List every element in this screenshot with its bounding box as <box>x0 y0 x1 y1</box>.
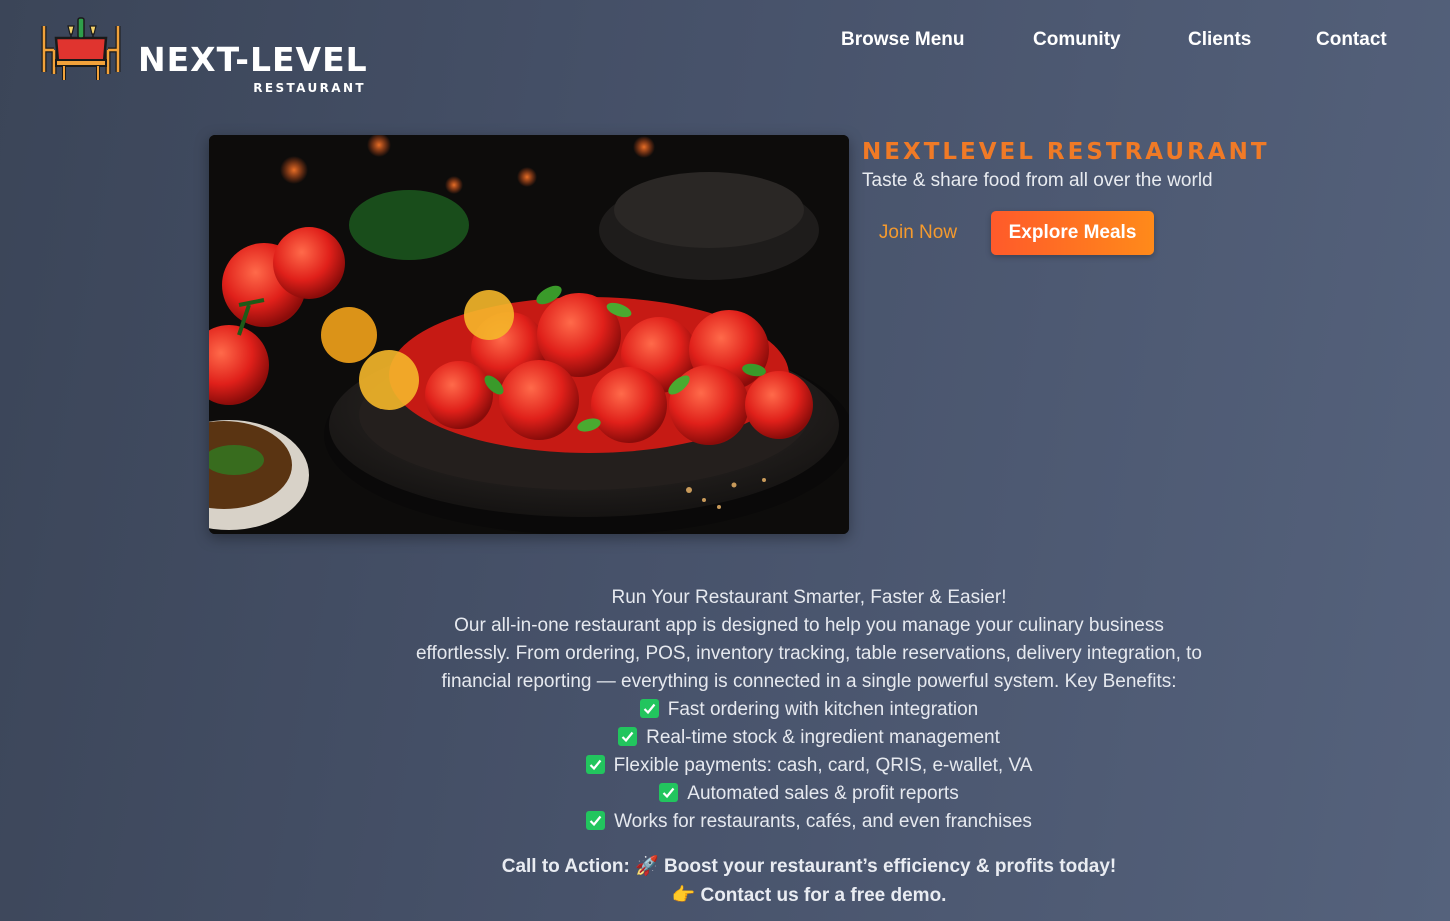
rocket-icon: 🚀 <box>635 855 659 877</box>
cta-label: Call to Action: <box>501 856 630 877</box>
benefit-item: Works for restaurants, cafés, and even f… <box>405 808 1213 836</box>
cta-line2: Contact us for a free demo. <box>700 885 947 906</box>
check-icon <box>618 727 638 746</box>
call-to-action: Call to Action: 🚀 Boost your restaurant’… <box>405 852 1213 910</box>
hero-title: NEXTLEVEL RESTRAURANT <box>862 139 1270 165</box>
check-icon <box>586 811 606 830</box>
check-icon <box>585 755 605 774</box>
hero-food-image <box>209 135 849 534</box>
benefit-text: Fast ordering with kitchen integration <box>667 699 979 720</box>
benefit-text: Works for restaurants, cafés, and even f… <box>614 811 1032 832</box>
cta-line1: Boost your restaurant’s efficiency & pro… <box>664 856 1117 877</box>
check-icon <box>639 699 659 718</box>
logo-name: NEXT-LEVEL <box>138 40 368 79</box>
nav-contact[interactable]: Contact <box>1316 29 1387 51</box>
join-now-button[interactable]: Join Now <box>862 211 974 255</box>
benefit-item: Fast ordering with kitchen integration <box>405 696 1213 724</box>
nav-browse-menu[interactable]: Browse Menu <box>841 29 965 51</box>
explore-meals-button[interactable]: Explore Meals <box>991 211 1154 255</box>
benefit-item: Automated sales & profit reports <box>405 780 1213 808</box>
benefit-text: Flexible payments: cash, card, QRIS, e-w… <box>613 755 1033 776</box>
hero-subtitle: Taste & share food from all over the wor… <box>862 170 1213 191</box>
benefit-text: Automated sales & profit reports <box>687 783 959 804</box>
benefit-item: Flexible payments: cash, card, QRIS, e-w… <box>405 752 1213 780</box>
pointing-hand-icon: 👉 <box>671 884 696 906</box>
nav-clients[interactable]: Clients <box>1188 29 1251 51</box>
app-description: Run Your Restaurant Smarter, Faster & Ea… <box>405 584 1213 836</box>
logo-subtitle: RESTAURANT <box>253 81 366 95</box>
check-icon <box>659 783 679 802</box>
tomato-salad-illustration <box>209 135 849 534</box>
description-body: Our all-in-one restaurant app is designe… <box>415 615 1203 692</box>
benefit-item: Real-time stock & ingredient management <box>405 724 1213 752</box>
benefit-text: Real-time stock & ingredient management <box>646 727 1000 748</box>
restaurant-table-icon <box>41 17 121 80</box>
description-headline: Run Your Restaurant Smarter, Faster & Ea… <box>611 587 1007 608</box>
brand-logo[interactable]: NEXT-LEVEL RESTAURANT <box>38 12 367 95</box>
nav-community[interactable]: Comunity <box>1033 29 1121 51</box>
